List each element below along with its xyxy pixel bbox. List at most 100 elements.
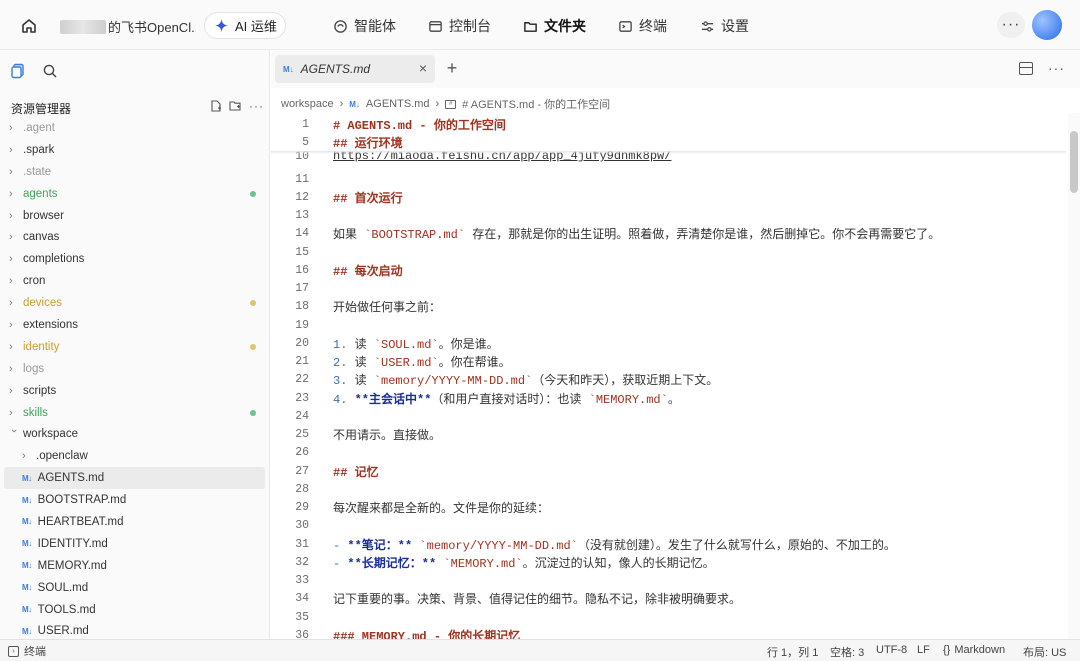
breadcrumb: workspace › M↓ AGENTS.md › # # AGENTS.md… xyxy=(281,96,610,112)
chevron-right-icon: › xyxy=(9,318,13,331)
language-mode[interactable]: {} Markdown xyxy=(943,644,1005,656)
sticky-scroll-line[interactable]: 5 ## 运行环境 xyxy=(271,133,1066,151)
code-line: 25 不用请示。直接做。 xyxy=(271,426,1066,444)
breadcrumb-root[interactable]: workspace xyxy=(281,98,334,110)
tree-folder-extensions[interactable]: › extensions xyxy=(0,314,270,336)
tree-folder-openclaw[interactable]: › .openclaw xyxy=(0,445,270,467)
nav-folder[interactable]: 文件夹 xyxy=(523,14,586,38)
sidebar: 资源管理器 ··· › .agent › .spark › .state › agent… xyxy=(0,50,270,639)
status-dot xyxy=(250,409,256,416)
nav-console[interactable]: 控制台 xyxy=(428,14,491,38)
more-menu-button[interactable]: ··· xyxy=(997,12,1025,38)
explorer-more-button[interactable]: ··· xyxy=(249,100,264,112)
tree-folder-browser[interactable]: › browser xyxy=(0,205,270,227)
line-text: 如果 `BOOTSTRAP.md` 存在，那就是你的出生证明。照着做，弄清楚你是… xyxy=(333,228,941,243)
chevron-right-icon: › xyxy=(9,362,13,375)
nav-settings[interactable]: 设置 xyxy=(700,14,749,38)
tree-file-identity-md[interactable]: M↓ IDENTITY.md xyxy=(0,533,270,555)
line-number: 23 xyxy=(295,391,309,405)
breadcrumb-symbol[interactable]: # AGENTS.md - 你的工作空间 xyxy=(462,96,610,112)
line-number: 24 xyxy=(295,409,309,423)
tree-folder-agents[interactable]: › agents xyxy=(0,183,270,205)
breadcrumb-file[interactable]: AGENTS.md xyxy=(366,98,430,110)
tree-folder-canvas[interactable]: › canvas xyxy=(0,226,270,248)
code-line: 11 xyxy=(271,170,1066,188)
code-line: 35 xyxy=(271,608,1066,626)
line-number: 18 xyxy=(295,300,309,314)
tree-folder-workspace[interactable]: › workspace xyxy=(0,423,270,445)
chevron-right-icon: › xyxy=(9,297,13,310)
chevron-right-icon: › xyxy=(9,275,13,288)
markdown-icon: M↓ xyxy=(22,539,32,549)
add-tab-icon[interactable]: + xyxy=(443,58,461,78)
line-text: - **长期记忆：** `MEMORY.md`。沉淀过的认知，像人的长期记忆。 xyxy=(333,556,715,571)
sparkle-icon xyxy=(214,18,229,33)
tree-folder-cron[interactable]: › cron xyxy=(0,270,270,292)
tree-file-heartbeat-md[interactable]: M↓ HEARTBEAT.md xyxy=(0,511,270,533)
new-folder-icon[interactable] xyxy=(229,100,242,112)
nav-agents[interactable]: 智能体 xyxy=(333,14,396,38)
tree-folder-agent[interactable]: › .agent xyxy=(0,117,270,139)
line-text: 开始做任何事之前： xyxy=(333,301,442,316)
code-line: 36 ### MEMORY.md - 你的长期记忆 xyxy=(271,626,1066,639)
explorer-title: 资源管理器 xyxy=(11,102,72,116)
terminal-toggle[interactable]: › 终端 xyxy=(8,643,46,659)
chevron-right-icon: › xyxy=(9,384,13,397)
new-file-icon[interactable] xyxy=(210,100,222,112)
line-text: 记下重要的事。决策、背景、值得记住的细节。隐私不记，除非被明确要求。 xyxy=(333,593,742,608)
workspace-title[interactable]: 的飞书OpenCl... xyxy=(60,17,196,35)
tree-folder-identity[interactable]: › identity xyxy=(0,336,270,358)
tree-file-memory-md[interactable]: M↓ MEMORY.md xyxy=(0,555,270,577)
avatar[interactable] xyxy=(1032,10,1062,40)
code-line: 20 1. 读 `SOUL.md`。你是谁。 xyxy=(271,334,1066,352)
vertical-scrollbar[interactable] xyxy=(1068,113,1080,639)
tree-folder-completions[interactable]: › completions xyxy=(0,248,270,270)
markdown-icon: M↓ xyxy=(349,99,360,109)
status-dot xyxy=(250,300,256,307)
line-number: 19 xyxy=(295,318,309,332)
line-number: 25 xyxy=(295,428,309,441)
keyboard-layout[interactable]: 布局: US xyxy=(1023,644,1066,660)
code-line: 14 如果 `BOOTSTRAP.md` 存在，那就是你的出生证明。照着做，弄清楚… xyxy=(271,225,1066,243)
home-icon[interactable] xyxy=(18,15,40,37)
chevron-right-icon: › xyxy=(9,143,13,156)
line-text: ## 首次运行 xyxy=(333,191,403,206)
tree-folder-spark[interactable]: › .spark xyxy=(0,139,270,161)
code-line: 28 xyxy=(271,480,1066,498)
tab-agents-md[interactable]: M↓ AGENTS.md × xyxy=(275,55,435,83)
explorer-icon[interactable] xyxy=(9,62,27,80)
tree-folder-devices[interactable]: › devices xyxy=(0,292,270,314)
line-number: 20 xyxy=(295,336,309,350)
split-editor-icon[interactable] xyxy=(1019,62,1033,75)
scrollbar-thumb[interactable] xyxy=(1070,131,1078,193)
sticky-scroll-line[interactable]: 1 # AGENTS.md - 你的工作空间 xyxy=(271,115,1066,133)
nav-terminal[interactable]: 终端 xyxy=(618,14,667,38)
search-icon[interactable] xyxy=(41,62,59,80)
line-number: 11 xyxy=(295,172,309,186)
encoding[interactable]: UTF-8 xyxy=(876,644,907,656)
line-number: 29 xyxy=(295,501,309,514)
code-line: 17 xyxy=(271,280,1066,298)
cursor-position[interactable]: 行 1，列 1 xyxy=(767,644,818,660)
tree-file-tools-md[interactable]: M↓ TOOLS.md xyxy=(0,599,270,621)
tree-file-bootstrap-md[interactable]: M↓ BOOTSTRAP.md xyxy=(0,489,270,511)
code-editor[interactable]: 10 https://miaoda.feishu.cn/app/app_4juf… xyxy=(271,113,1066,639)
markdown-icon: M↓ xyxy=(22,626,32,636)
ai-ops-button[interactable]: AI 运维 xyxy=(204,12,286,39)
tree-file-agents-md[interactable]: M↓ AGENTS.md xyxy=(4,467,265,490)
tree-folder-skills[interactable]: › skills xyxy=(0,402,270,424)
close-icon[interactable]: × xyxy=(415,60,431,78)
editor-more-button[interactable]: ··· xyxy=(1048,60,1065,76)
tree-folder-logs[interactable]: › logs xyxy=(0,358,270,380)
code-line: 26 xyxy=(271,444,1066,462)
braces-icon: {} xyxy=(943,644,951,656)
line-number: 17 xyxy=(295,282,309,295)
markdown-icon: M↓ xyxy=(22,605,32,615)
chevron-right-icon: › xyxy=(9,209,13,222)
status-dot xyxy=(250,190,256,197)
indent-setting[interactable]: 空格: 3 xyxy=(830,644,864,660)
tree-folder-scripts[interactable]: › scripts xyxy=(0,380,270,402)
tree-folder-state[interactable]: › .state xyxy=(0,161,270,183)
tree-file-soul-md[interactable]: M↓ SOUL.md xyxy=(0,577,270,599)
line-ending[interactable]: LF xyxy=(917,644,930,656)
